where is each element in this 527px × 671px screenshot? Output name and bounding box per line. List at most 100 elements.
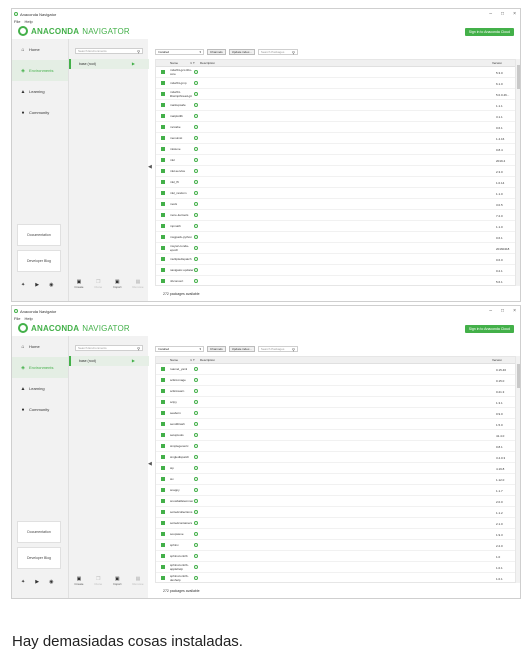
sidebar-item-home[interactable]: ⌂ Home: [12, 336, 68, 357]
table-row[interactable]: msgpack-python 0.6.1: [156, 232, 515, 243]
column-sort[interactable]: ∨ T: [190, 60, 195, 67]
table-row[interactable]: msys2-conda-epoch 20160418: [156, 243, 515, 254]
scrollbar-thumb[interactable]: [516, 65, 520, 89]
checkbox-checked-icon[interactable]: [161, 81, 165, 85]
create-button[interactable]: ▣ Create: [74, 576, 83, 586]
environment-search-input[interactable]: Search Environments ⚲: [75, 345, 143, 351]
checkbox-checked-icon[interactable]: [161, 191, 165, 195]
table-row[interactable]: sip 4.19.8: [156, 463, 515, 474]
table-row[interactable]: sphinxcontrib-applehelp 1.0.1: [156, 562, 515, 573]
checkbox-checked-icon[interactable]: [161, 125, 165, 129]
table-row[interactable]: mkl 2019.4: [156, 155, 515, 166]
sidebar-item-learning[interactable]: ▲ Learning: [12, 378, 68, 399]
checkbox-checked-icon[interactable]: [161, 378, 165, 382]
checkbox-checked-icon[interactable]: [161, 246, 165, 250]
checkbox-checked-icon[interactable]: [161, 433, 165, 437]
sidebar-item-environments[interactable]: ◈ Environments: [12, 60, 68, 81]
column-version[interactable]: Version: [492, 60, 502, 67]
create-button[interactable]: ▣ Create: [74, 279, 83, 289]
table-row[interactable]: sphinxcontrib-devhelp 1.0.1: [156, 573, 515, 582]
youtube-icon[interactable]: ▶: [35, 282, 39, 288]
play-icon[interactable]: ▶: [132, 59, 135, 69]
developer-blog-button[interactable]: Developer Blog: [17, 547, 61, 569]
package-search-input[interactable]: Search Packages ⚲: [257, 48, 298, 55]
checkbox-checked-icon[interactable]: [161, 158, 165, 162]
checkbox-checked-icon[interactable]: [161, 400, 165, 404]
table-row[interactable]: scikit-learn 0.21.3: [156, 386, 515, 397]
clone-button[interactable]: ❐ Clone: [94, 279, 102, 289]
table-row[interactable]: singledispatch 3.4.0.3: [156, 452, 515, 463]
table-row[interactable]: send2trash 1.5.0: [156, 419, 515, 430]
github-icon[interactable]: ◉: [49, 282, 53, 288]
table-row[interactable]: mkl_random 1.1.0: [156, 188, 515, 199]
table-row[interactable]: m2w64-gmp 6.1.0: [156, 78, 515, 89]
checkbox-checked-icon[interactable]: [161, 202, 165, 206]
table-row[interactable]: simplegeneric 0.8.1: [156, 441, 515, 452]
table-row[interactable]: soupsieve 1.9.3: [156, 529, 515, 540]
checkbox-checked-icon[interactable]: [161, 576, 165, 580]
table-row[interactable]: mistune 0.8.4: [156, 144, 515, 155]
table-row[interactable]: sortedcontainers 2.1.0: [156, 518, 515, 529]
table-row[interactable]: mpmath 1.1.0: [156, 221, 515, 232]
table-row[interactable]: seaborn 0.9.0: [156, 408, 515, 419]
checkbox-checked-icon[interactable]: [161, 488, 165, 492]
maximize-icon[interactable]: □: [501, 11, 504, 17]
documentation-button[interactable]: Documentation: [17, 224, 61, 246]
table-row[interactable]: ruamel_yaml 0.15.46: [156, 364, 515, 375]
channels-button[interactable]: Channels: [207, 48, 226, 55]
checkbox-checked-icon[interactable]: [161, 499, 165, 503]
documentation-button[interactable]: Documentation: [17, 521, 61, 543]
clone-button[interactable]: ❐ Clone: [94, 576, 102, 586]
table-row[interactable]: sphinxcontrib 1.0: [156, 551, 515, 562]
package-filter-select[interactable]: Installed ▾: [155, 48, 204, 55]
checkbox-checked-icon[interactable]: [161, 444, 165, 448]
checkbox-checked-icon[interactable]: [161, 422, 165, 426]
checkbox-checked-icon[interactable]: [161, 180, 165, 184]
table-row[interactable]: more-itertools 7.2.0: [156, 210, 515, 221]
checkbox-checked-icon[interactable]: [161, 565, 165, 569]
collapse-pane-icon[interactable]: ◀: [148, 164, 152, 170]
signin-button[interactable]: Sign in to Anaconda Cloud: [464, 325, 514, 333]
checkbox-checked-icon[interactable]: [161, 466, 165, 470]
sidebar-item-learning[interactable]: ▲ Learning: [12, 81, 68, 102]
table-row[interactable]: mkl-service 2.3.0: [156, 166, 515, 177]
sidebar-item-home[interactable]: ⌂ Home: [12, 39, 68, 60]
table-row[interactable]: markupsafe 1.1.1: [156, 100, 515, 111]
table-row[interactable]: sortedcollections 1.1.2: [156, 507, 515, 518]
collapse-pane-icon[interactable]: ◀: [148, 461, 152, 467]
checkbox-checked-icon[interactable]: [161, 224, 165, 228]
table-row[interactable]: snappy 1.1.7: [156, 485, 515, 496]
table-row[interactable]: sphinx 2.2.0: [156, 540, 515, 551]
package-search-input[interactable]: Search Packages ⚲: [257, 345, 298, 352]
checkbox-checked-icon[interactable]: [161, 521, 165, 525]
twitter-icon[interactable]: ✦: [21, 282, 25, 288]
table-row[interactable]: m2w64-gcc-libs-core 5.3.0: [156, 67, 515, 78]
sidebar-item-environments[interactable]: ◈ Environments: [12, 357, 68, 378]
checkbox-checked-icon[interactable]: [161, 455, 165, 459]
checkbox-checked-icon[interactable]: [161, 279, 165, 283]
import-button[interactable]: ▣ Import: [113, 279, 122, 289]
checkbox-checked-icon[interactable]: [161, 136, 165, 140]
column-name[interactable]: Name: [170, 60, 178, 67]
table-row[interactable]: mccabe 0.6.1: [156, 122, 515, 133]
import-button[interactable]: ▣ Import: [113, 576, 122, 586]
table-row[interactable]: six 1.12.0: [156, 474, 515, 485]
maximize-icon[interactable]: □: [501, 308, 504, 314]
table-row[interactable]: navigator-updater 0.2.1: [156, 265, 515, 276]
checkbox-checked-icon[interactable]: [161, 554, 165, 558]
checkbox-checked-icon[interactable]: [161, 477, 165, 481]
table-row[interactable]: matplotlib 3.1.1: [156, 111, 515, 122]
channels-button[interactable]: Channels: [207, 345, 226, 352]
sidebar-item-community[interactable]: ● Community: [12, 102, 68, 123]
developer-blog-button[interactable]: Developer Blog: [17, 250, 61, 272]
environment-item-base[interactable]: base (root) ▶: [69, 356, 149, 366]
minimize-icon[interactable]: –: [489, 11, 492, 17]
scrollbar[interactable]: [516, 356, 520, 583]
checkbox-checked-icon[interactable]: [161, 103, 165, 107]
checkbox-checked-icon[interactable]: [161, 411, 165, 415]
checkbox-checked-icon[interactable]: [161, 257, 165, 261]
column-name[interactable]: Name: [170, 357, 178, 364]
checkbox-checked-icon[interactable]: [161, 70, 165, 74]
checkbox-checked-icon[interactable]: [161, 543, 165, 547]
table-row[interactable]: mock 3.0.5: [156, 199, 515, 210]
